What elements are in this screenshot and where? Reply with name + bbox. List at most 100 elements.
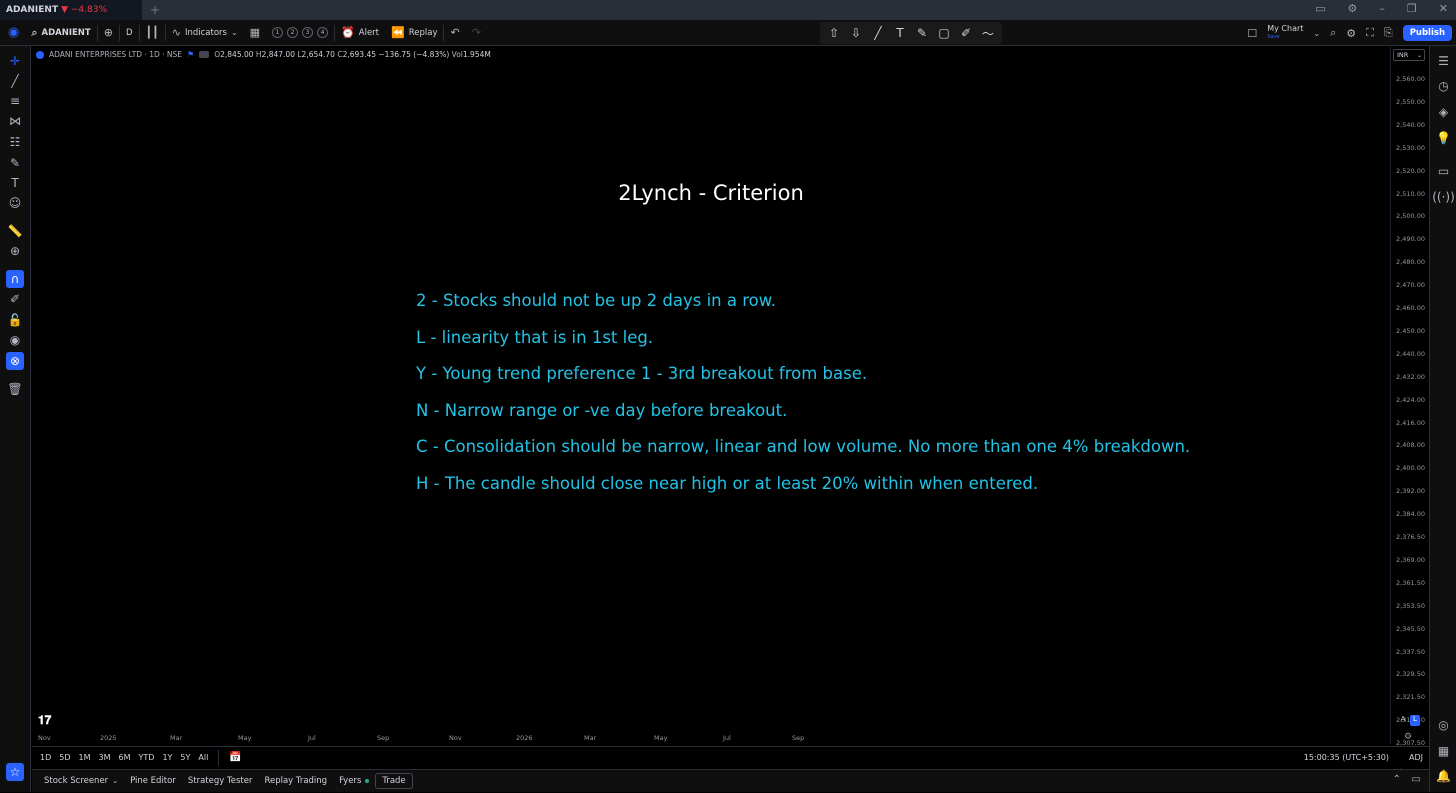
magnet-icon[interactable]: ∩ — [6, 270, 24, 288]
symbol-legend: ADANI ENTERPRISES LTD · 1D · NSE ⚑ O2,84… — [36, 50, 491, 59]
layouts-button[interactable]: ▦ — [244, 20, 266, 46]
tab-replay-trading[interactable]: Replay Trading — [258, 774, 333, 788]
layout-slot-1[interactable]: 1 — [272, 27, 284, 38]
log-scale-button[interactable]: L — [1410, 715, 1420, 726]
time-label: Nov — [38, 734, 51, 742]
layout-icon[interactable]: ▭ — [1315, 2, 1325, 15]
range-1d[interactable]: 1D — [36, 753, 55, 762]
crosshair-icon[interactable]: ✛ — [6, 52, 24, 70]
trend-line-icon[interactable]: ╱ — [870, 26, 886, 40]
layout-slot-2[interactable]: 2 — [287, 27, 299, 38]
path-icon[interactable]: 〜 — [980, 25, 996, 42]
price-scale[interactable]: 2,560.00 2,550.00 2,540.00 2,530.00 2,520.00… — [1390, 47, 1429, 793]
alerts-clock-icon[interactable]: ◷ — [1435, 77, 1452, 94]
range-6m[interactable]: 6M — [115, 753, 135, 762]
trend-line-icon[interactable]: ╱ — [6, 72, 24, 90]
interval-button[interactable]: D — [120, 20, 139, 46]
text-icon[interactable]: T — [6, 174, 24, 192]
scale-settings-icon[interactable]: ⚙ — [1404, 732, 1412, 742]
layers-icon[interactable]: ◈ — [1435, 103, 1452, 120]
maximize-icon[interactable]: ▭ — [1412, 774, 1421, 785]
user-avatar[interactable]: ◉ — [0, 20, 25, 46]
chart-layout-menu[interactable]: My Chart Save — [1267, 24, 1303, 42]
redo-button[interactable]: ↷ — [466, 20, 487, 46]
tab-change: ▼ −4.83% — [61, 5, 108, 15]
quick-search-icon[interactable]: ⌕ — [1330, 26, 1336, 40]
adjust-toggle[interactable]: ADJ — [1409, 753, 1423, 762]
eye-icon[interactable]: ◉ — [6, 331, 24, 349]
emoji-icon[interactable]: ☺ — [6, 194, 24, 212]
legend-title[interactable]: ADANI ENTERPRISES LTD · 1D · NSE — [49, 50, 182, 59]
pattern-icon[interactable]: ⋈ — [6, 112, 24, 130]
chart-type-button[interactable]: ┃┃ — [140, 20, 165, 46]
replay-button[interactable]: ⏪ Replay — [385, 20, 443, 46]
new-tab-icon[interactable]: + — [150, 3, 160, 17]
rectangle-icon[interactable]: ▢ — [936, 26, 952, 40]
alert-button[interactable]: ⏰ Alert — [335, 20, 385, 46]
arrow-up-icon[interactable]: ⇧ — [826, 26, 842, 40]
range-5d[interactable]: 5D — [55, 753, 74, 762]
range-ytd[interactable]: YTD — [135, 753, 159, 762]
note-title[interactable]: 2Lynch - Criterion — [32, 181, 1390, 205]
range-1m[interactable]: 1M — [75, 753, 95, 762]
collapse-icon[interactable]: ⌃ — [1393, 774, 1401, 785]
range-all[interactable]: All — [194, 753, 212, 762]
arrow-down-icon[interactable]: ⇩ — [848, 26, 864, 40]
drawing-mode-icon[interactable]: ✐ — [6, 290, 24, 308]
forecast-icon[interactable]: ☷ — [6, 133, 24, 151]
settings-icon[interactable]: ⚙ — [1346, 27, 1356, 40]
settings-icon[interactable]: ⚙ — [1348, 2, 1358, 15]
flag-icon[interactable]: ⚑ — [187, 50, 194, 59]
target-icon[interactable]: ◎ — [1435, 716, 1452, 733]
calendar-icon[interactable]: ▦ — [1435, 742, 1452, 759]
zoom-in-icon[interactable]: ⊕ — [6, 242, 24, 260]
symbol-tab[interactable]: ADANIENT ▼ −4.83% — [0, 0, 142, 20]
close-icon[interactable]: ✕ — [1439, 2, 1448, 15]
layout-slot-3[interactable]: 3 — [302, 27, 314, 38]
watchlist-icon[interactable]: ☰ — [1435, 52, 1452, 69]
indicators-button[interactable]: ∿ Indicators ⌄ — [166, 20, 244, 46]
clock[interactable]: 15:00:35 (UTC+5:30) — [1304, 753, 1389, 762]
range-3m[interactable]: 3M — [95, 753, 115, 762]
range-1y[interactable]: 1Y — [158, 753, 176, 762]
star-icon[interactable]: ☆ — [6, 763, 24, 781]
restore-icon[interactable]: ❐ — [1407, 2, 1417, 15]
brush-icon[interactable]: ✎ — [6, 154, 24, 172]
trash-icon[interactable]: 🗑 — [6, 380, 24, 398]
chat-icon[interactable]: ▭ — [1435, 162, 1452, 179]
currency-select[interactable]: INR ⌄ — [1393, 49, 1425, 61]
fullscreen-icon[interactable]: ⛶ — [1366, 26, 1374, 40]
broadcast-icon[interactable]: ((·)) — [1432, 188, 1455, 205]
camera-icon[interactable]: ⎘ — [1384, 26, 1393, 40]
tab-stock-screener[interactable]: Stock Screener ⌄ — [38, 774, 124, 788]
goto-date-icon[interactable]: 📅 — [225, 752, 245, 763]
layout-slot-4[interactable]: 4 — [317, 27, 329, 38]
chevron-down-icon[interactable]: ⌄ — [1313, 29, 1320, 38]
price-label: 2,376.50 — [1396, 533, 1425, 541]
publish-button[interactable]: Publish — [1402, 25, 1452, 41]
time-scale[interactable]: Nov 2025 Mar May Jul Sep Nov 2026 Mar May Jul Sep — [32, 732, 1390, 744]
ruler-icon[interactable]: 📏 — [6, 222, 24, 240]
brush-icon[interactable]: ✎ — [914, 26, 930, 40]
highlighter-icon[interactable]: ✐ — [958, 26, 974, 40]
symbol-search[interactable]: ⌕ ADANIENT — [25, 20, 96, 46]
criteria-list[interactable]: 2 - Stocks should not be up 2 days in a … — [416, 291, 1190, 510]
range-5y[interactable]: 5Y — [176, 753, 194, 762]
ideas-bulb-icon[interactable]: 💡 — [1435, 129, 1452, 146]
tradingview-logo[interactable]: 𝟏𝟕 — [38, 713, 51, 728]
undo-button[interactable]: ↶ — [444, 20, 465, 46]
chart-pane[interactable]: ADANI ENTERPRISES LTD · 1D · NSE ⚑ O2,84… — [32, 47, 1390, 744]
text-icon[interactable]: T — [892, 26, 908, 40]
fib-icon[interactable]: ≡ — [6, 92, 24, 110]
compare-button[interactable]: ⊕ — [98, 20, 119, 46]
bell-icon[interactable]: 🔔 — [1435, 767, 1452, 784]
auto-scale-button[interactable]: A — [1398, 715, 1408, 726]
minimize-icon[interactable]: – — [1379, 2, 1385, 15]
tab-fyers[interactable]: Fyers — [333, 774, 375, 788]
tab-strategy-tester[interactable]: Strategy Tester — [182, 774, 259, 788]
tab-pine-editor[interactable]: Pine Editor — [124, 774, 182, 788]
globe-icon[interactable]: ⊗ — [6, 352, 24, 370]
tab-trade[interactable]: Trade — [375, 773, 413, 789]
checkbox-icon[interactable]: ☐ — [1247, 27, 1257, 40]
lock-icon[interactable]: 🔓 — [6, 311, 24, 329]
